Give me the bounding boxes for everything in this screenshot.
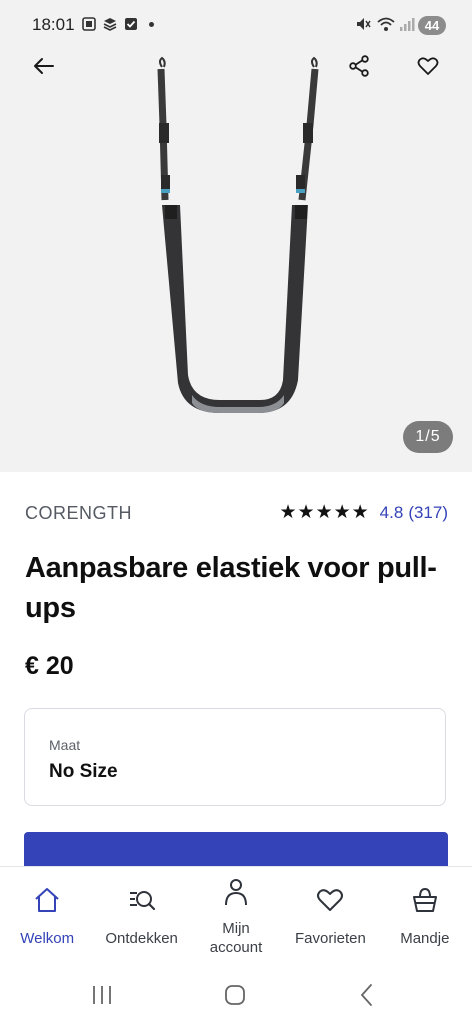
nav-item-ontdekken[interactable]: Ontdekken: [94, 867, 188, 967]
size-value: No Size: [49, 761, 118, 782]
size-label: Maat: [49, 737, 81, 753]
discover-search-icon: [129, 891, 155, 911]
mute-icon: [357, 18, 371, 30]
home-button-icon[interactable]: [220, 980, 250, 1010]
battery-indicator: 44: [418, 16, 446, 35]
person-icon: [225, 879, 248, 906]
recent-apps-icon[interactable]: [87, 980, 117, 1010]
rating-value: 4.8: [379, 502, 404, 522]
nav-item-mijn-account[interactable]: Mijn account: [189, 867, 283, 967]
size-selector[interactable]: Maat No Size: [24, 708, 446, 806]
product-image[interactable]: [140, 55, 340, 415]
rating-count: (317): [408, 502, 448, 522]
heart-icon: [417, 57, 439, 75]
checkbox-notification-icon: [125, 18, 137, 30]
bottom-navigation: Welkom Ontdekken Mijn account Favorieten…: [0, 866, 472, 967]
arrow-left-icon: [34, 58, 54, 74]
layers-icon: [103, 18, 117, 31]
heart-icon: [317, 889, 344, 911]
signal-icon: [400, 18, 415, 31]
nav-label: Mandje: [400, 930, 450, 947]
nav-label: Ontdekken: [105, 930, 178, 947]
notification-dot: [149, 22, 154, 27]
share-icon: [349, 55, 369, 77]
status-bar: 18:01 44: [0, 0, 472, 52]
home-icon: [35, 888, 59, 912]
nav-item-welkom[interactable]: Welkom: [0, 867, 94, 967]
system-navigation-bar: [0, 966, 472, 1024]
screenshot-icon: [82, 17, 96, 31]
nav-item-favorieten[interactable]: Favorieten: [283, 867, 377, 967]
product-gallery[interactable]: [0, 0, 472, 472]
nav-label: Welkom: [20, 930, 75, 947]
back-button[interactable]: [28, 50, 60, 82]
product-price: € 20: [25, 652, 74, 680]
basket-icon: [412, 887, 437, 912]
rating-stars: ★★★★★: [279, 502, 370, 523]
status-time: 18:01: [32, 15, 75, 34]
nav-label: Favorieten: [294, 930, 366, 947]
rating[interactable]: ★★★★★ 4.8 (317): [280, 501, 449, 524]
favorite-button[interactable]: [412, 50, 444, 82]
image-counter: 1/5: [403, 421, 453, 453]
share-button[interactable]: [343, 50, 375, 82]
system-back-icon[interactable]: [352, 980, 382, 1010]
product-title: Aanpasbare elastiek voor pull-ups: [25, 552, 437, 624]
nav-item-mandje[interactable]: Mandje: [378, 867, 472, 967]
wifi-icon: [377, 17, 395, 31]
nav-label: Mijn account: [209, 920, 263, 956]
brand-name[interactable]: CORENGTH: [25, 503, 132, 524]
